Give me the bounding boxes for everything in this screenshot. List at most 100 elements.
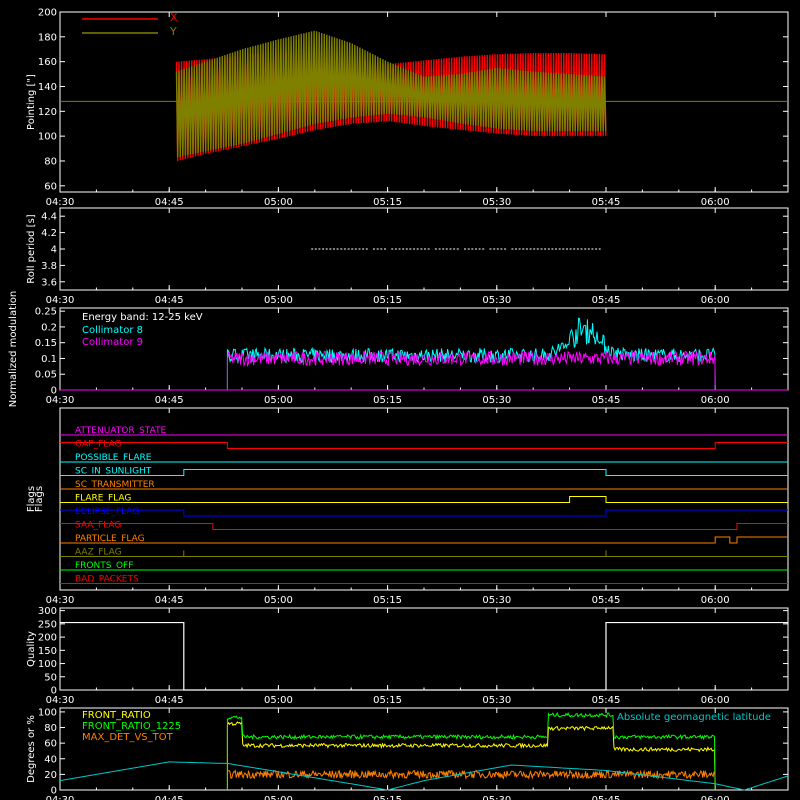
quality-y-label: Quality [26,631,37,667]
pointing-y-label: Pointing ["] [26,74,37,130]
roll_period-x-tick-label: 05:45 [592,295,621,306]
pointing-series-y [175,30,607,158]
pointing-y-tick-label: 120 [38,107,57,118]
flag-label-sc-transmitter: SC_TRANSMITTER [75,480,155,490]
roll_period-y-tick-label: 4 [51,245,57,256]
rhessi-summary-plot: 04:30 04:45 05:00 05:15 05:30 05:45 06:00 60 80 1… [8,8,789,800]
flag-label-possible-flare: POSSIBLE_FLARE [75,453,152,463]
panel-modulation: 04:30 04:45 05:00 05:15 05:30 05:45 06:00 0 0.05… [8,291,789,407]
pointing-x-tick-label: 04:45 [155,197,184,208]
pointing-y-tick-label: 180 [38,32,57,43]
legend-label-collimator-8: Collimator 8 [82,325,143,336]
roll_period-y-label: Roll period [s] [26,214,37,283]
quality-x-tick-label: 04:30 [46,695,75,706]
modulation-y-tick-label: 0.1 [41,354,57,365]
panel-roll_period: 04:30 04:45 05:00 05:15 05:30 05:45 06:00 3.6 3.… [26,207,789,306]
modulation-y-tick-label: 0.15 [35,338,57,349]
ratios-x-tick-label: 05:30 [482,795,511,800]
ratios-y-tick-label: 0 [51,786,57,797]
flag-label-eclipse-flag: ECLIPSE_FLAG [75,507,139,517]
modulation-y-tick-label: 0 [51,386,57,397]
flags-y-label-main: Flags [34,486,45,512]
geomagnetic-latitude-label: Absolute geomagnetic latitude [617,712,771,723]
ratios-y-tick-label: 60 [44,739,57,750]
ratios-y-tick-label: 100 [38,707,57,718]
ratios-x-tick-label: 04:45 [155,795,184,800]
pointing-y-tick-label: 200 [38,8,57,19]
pointing-y-tick-label: 160 [38,57,57,68]
flag-line-gap-flag [60,442,788,449]
flag-line-saa-flag [60,523,788,530]
legend-label-max-det-vs-tot: MAX_DET_VS_TOT [82,732,174,743]
modulation-x-tick-label: 06:00 [701,395,730,406]
flags-x-tick-label: 05:15 [373,595,402,606]
panel-pointing: 04:30 04:45 05:00 05:15 05:30 05:45 06:00 60 80 1… [26,8,789,208]
pointing-x-tick-label: 05:15 [373,197,402,208]
legend-label-x: X [170,11,178,24]
quality-y-tick-label: 250 [38,619,57,630]
legend-label-collimator-9: Collimator 9 [82,337,143,348]
flag-label-aaz-flag: AAZ_FLAG [75,548,122,558]
pointing-y-tick-label: 140 [38,82,57,93]
modulation-x-tick-label: 05:00 [264,395,293,406]
roll_period-y-tick-label: 3.8 [41,261,57,272]
flag-line-flare-flag [60,496,788,503]
modulation-x-tick-label: 05:30 [482,395,511,406]
flag-label-gap-flag: GAP_FLAG [75,440,121,450]
flags-x-tick-label: 04:45 [155,595,184,606]
quality-x-tick-label: 05:00 [264,695,293,706]
quality-x-tick-label: 05:45 [592,695,621,706]
flag-line-particle-flag [60,536,788,544]
flag-label-flare-flag: FLARE_FLAG [75,494,131,504]
quality-y-tick-label: 300 [38,606,57,617]
ratios-y-tick-label: 40 [44,754,57,765]
roll_period-x-tick-label: 05:30 [482,295,511,306]
roll_period-y-tick-label: 3.6 [41,277,57,288]
roll_period-y-tick-label: 4.4 [41,212,57,223]
panel-quality: 04:30 04:45 05:00 05:15 05:30 05:45 06:00 0 50 10… [26,606,789,706]
flags-x-tick-label: 06:00 [701,595,730,606]
flags-x-tick-label: 05:45 [592,595,621,606]
flag-label-particle-flag: PARTICLE_FLAG [75,534,145,544]
pointing-x-tick-label: 04:30 [46,197,75,208]
ratios-x-tick-label: 05:15 [373,795,402,800]
ratios-x-tick-label: 06:00 [701,795,730,800]
legend-label-front-ratio-1225: FRONT_RATIO_1225 [82,721,181,732]
roll_period-x-tick-label: 04:45 [155,295,184,306]
flag-line-eclipse-flag [60,509,788,517]
flag-label-fronts-off: FRONTS_OFF [75,561,133,571]
flags-x-tick-label: 05:30 [482,595,511,606]
quality-y-tick-label: 50 [44,672,57,683]
pointing-x-tick-label: 05:45 [592,197,621,208]
modulation-x-tick-label: 04:45 [155,395,184,406]
panel-flags: 04:30 04:45 05:00 05:15 05:30 05:45 06:00 Flags… [26,407,789,606]
pointing-x-tick-label: 05:30 [482,197,511,208]
roll_period-x-tick-label: 05:15 [373,295,402,306]
pointing-y-tick-label: 60 [44,181,57,192]
quality-x-tick-label: 05:15 [373,695,402,706]
quality-frame [59,607,789,691]
flag-label-sc-in-sunlight: SC_IN_SUNLIGHT [75,467,152,477]
energy-band-annotation: Energy band: 12-25 keV [82,312,203,323]
ratios-x-tick-label: 05:45 [592,795,621,800]
pointing-x-tick-label: 06:00 [701,197,730,208]
modulation-y-tick-label: 0.25 [35,307,57,318]
panels-layer: 04:30 04:45 05:00 05:15 05:30 05:45 06:00 60 80 1… [8,8,789,800]
quality-x-tick-label: 04:45 [155,695,184,706]
quality-x-tick-label: 06:00 [701,695,730,706]
flags-x-tick-label: 05:00 [264,595,293,606]
pointing-y-tick-label: 80 [44,156,57,167]
modulation-y-tick-label: 0.2 [41,322,57,333]
quality-y-tick-label: 100 [38,659,57,670]
flag-label-bad-packets: BAD_PACKETS [75,575,139,585]
ratio-series-front-ratio [226,720,716,791]
pointing-x-tick-label: 05:00 [264,197,293,208]
modulation-y-tick-label: 0.05 [35,370,57,381]
legend-label-front-ratio: FRONT_RATIO [82,710,151,721]
roll_period-y-tick-label: 4.2 [41,228,57,239]
flag-label-attenuator-state: ATTENUATOR_STATE [75,426,167,436]
roll_period-x-tick-label: 05:00 [264,295,293,306]
panel-ratios: 04:3004:4505:0005:1505:3005:4506:0002040… [26,707,789,800]
modulation-x-tick-label: 04:30 [46,395,75,406]
ratio-series-front-ratio-1225 [226,711,716,791]
